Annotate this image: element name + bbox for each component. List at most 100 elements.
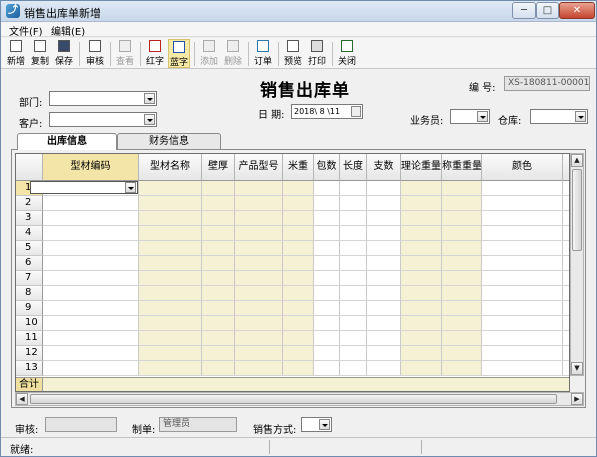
exit-button[interactable]: 关闭 [336, 39, 358, 68]
grid-cell[interactable] [563, 196, 569, 211]
grid-cell[interactable] [340, 271, 367, 286]
grid-cell[interactable] [202, 181, 235, 196]
grid-cell[interactable] [283, 301, 314, 316]
grid-cell[interactable] [367, 331, 401, 346]
grid-cell[interactable] [482, 331, 563, 346]
grid-cell[interactable] [442, 241, 482, 256]
grid-cell[interactable] [43, 211, 139, 226]
grid-cell[interactable] [314, 226, 340, 241]
grid-cell[interactable] [367, 211, 401, 226]
sale-mode-combo[interactable] [301, 417, 332, 432]
grid-cell[interactable] [563, 226, 569, 241]
grid-cell[interactable] [43, 196, 139, 211]
grid-cell[interactable] [367, 316, 401, 331]
salesman-combo[interactable] [450, 109, 490, 124]
grid-cell[interactable] [283, 226, 314, 241]
grid-cell[interactable] [139, 286, 202, 301]
grid-cell[interactable] [563, 361, 569, 376]
grid-cell[interactable] [235, 241, 283, 256]
grid-cell[interactable] [314, 316, 340, 331]
close-window-button[interactable]: ✕ [559, 2, 595, 19]
grid-cell[interactable] [340, 331, 367, 346]
column-header[interactable]: 壁厚 [202, 154, 235, 181]
grid-cell[interactable] [482, 196, 563, 211]
grid-cell[interactable] [340, 226, 367, 241]
scroll-down-icon[interactable]: ▼ [571, 362, 583, 375]
grid-cell[interactable] [563, 286, 569, 301]
grid-cell[interactable] [43, 286, 139, 301]
column-header[interactable]: 称重重量 [442, 154, 482, 181]
grid-cell[interactable] [340, 286, 367, 301]
grid-cell[interactable] [401, 211, 442, 226]
grid-cell[interactable] [139, 196, 202, 211]
grid-cell[interactable] [283, 361, 314, 376]
grid-cell[interactable] [401, 196, 442, 211]
grid-cell[interactable] [314, 346, 340, 361]
grid-cell[interactable] [139, 331, 202, 346]
grid-cell[interactable] [43, 361, 139, 376]
chevron-down-icon[interactable] [575, 111, 586, 122]
grid-cell[interactable] [563, 316, 569, 331]
grid-cell[interactable] [482, 256, 563, 271]
chevron-down-icon[interactable] [144, 93, 155, 104]
grid-cell[interactable] [139, 346, 202, 361]
grid-cell[interactable] [367, 181, 401, 196]
menu-file[interactable]: 文件(F) [9, 23, 43, 38]
customer-combo[interactable] [49, 112, 157, 127]
grid-cell[interactable] [401, 181, 442, 196]
order-button[interactable]: 订单 [252, 39, 274, 68]
grid-cell[interactable] [482, 181, 563, 196]
preview-button[interactable]: 预览 [282, 39, 304, 68]
grid-cell[interactable] [401, 256, 442, 271]
row-number[interactable]: 8 [16, 286, 43, 301]
column-header[interactable]: 米重 [283, 154, 314, 181]
grid-cell[interactable] [340, 196, 367, 211]
grid-cell[interactable] [401, 346, 442, 361]
grid-cell[interactable] [235, 361, 283, 376]
grid-cell[interactable] [563, 241, 569, 256]
grid-cell[interactable] [202, 361, 235, 376]
grid-cell[interactable] [314, 301, 340, 316]
grid-cell[interactable] [43, 256, 139, 271]
vertical-scroll-thumb[interactable] [572, 169, 582, 251]
grid-cell[interactable] [367, 301, 401, 316]
row-number[interactable]: 12 [16, 346, 43, 361]
grid-cell[interactable] [314, 286, 340, 301]
grid-cell[interactable] [314, 211, 340, 226]
grid-cell[interactable] [202, 331, 235, 346]
grid-cell[interactable] [563, 301, 569, 316]
grid-cell[interactable] [235, 346, 283, 361]
row-number[interactable]: 13 [16, 361, 43, 376]
grid-cell[interactable] [367, 286, 401, 301]
red-text-button[interactable]: 红字 [144, 39, 166, 68]
grid-cell[interactable] [401, 286, 442, 301]
grid-cell[interactable] [340, 316, 367, 331]
grid-cell[interactable] [442, 361, 482, 376]
grid-cell[interactable] [139, 211, 202, 226]
grid-cell[interactable] [139, 241, 202, 256]
grid-cell[interactable] [235, 271, 283, 286]
grid-cell[interactable] [235, 331, 283, 346]
grid-cell[interactable] [340, 301, 367, 316]
grid-cell[interactable] [43, 241, 139, 256]
grid-cell[interactable] [235, 226, 283, 241]
row-number[interactable]: 7 [16, 271, 43, 286]
grid-cell[interactable] [367, 271, 401, 286]
grid-cell[interactable] [442, 256, 482, 271]
grid-cell[interactable] [43, 271, 139, 286]
column-header[interactable]: 长度 [340, 154, 367, 181]
grid-cell[interactable] [283, 316, 314, 331]
scroll-up-icon[interactable]: ▲ [571, 154, 583, 167]
grid-cell[interactable] [367, 346, 401, 361]
grid-cell[interactable] [401, 316, 442, 331]
grid-cell[interactable] [283, 271, 314, 286]
grid-cell[interactable] [340, 361, 367, 376]
tab-outbound-info[interactable]: 出库信息 [17, 133, 117, 150]
grid-cell[interactable] [442, 346, 482, 361]
grid-cell[interactable] [43, 301, 139, 316]
grid-cell[interactable] [442, 286, 482, 301]
grid-cell[interactable] [401, 331, 442, 346]
row-number[interactable]: 5 [16, 241, 43, 256]
date-picker[interactable]: 2018\ 8 \11 [291, 104, 363, 119]
grid-cell[interactable] [202, 271, 235, 286]
